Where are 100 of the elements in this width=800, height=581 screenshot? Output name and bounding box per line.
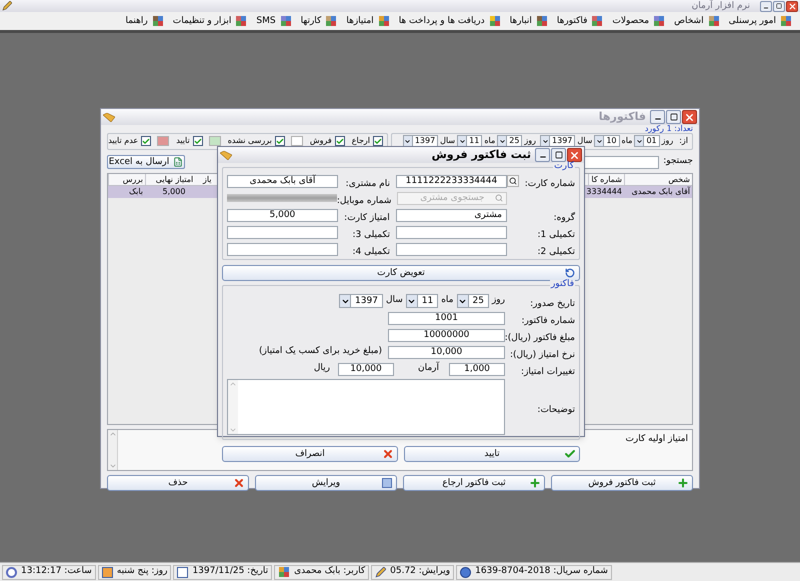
- dropdown[interactable]: 1397: [402, 135, 438, 147]
- dropdown[interactable]: 1397: [540, 135, 576, 147]
- column-header[interactable]: شخص: [624, 174, 692, 185]
- minimize-button[interactable]: [760, 0, 772, 12]
- checkbox[interactable]: [192, 136, 203, 146]
- button[interactable]: انصراف: [222, 446, 398, 462]
- menu-item[interactable]: دریافت ها و پرداخت ها: [398, 16, 485, 26]
- button[interactable]: ثبت فاکتور ارجاع: [403, 475, 545, 491]
- field-label: شماره فاکتور:: [522, 316, 575, 326]
- app-icon: [325, 15, 338, 27]
- input-field[interactable]: [396, 226, 507, 238]
- filter-label: فروش: [310, 137, 332, 145]
- menu-item[interactable]: محصولات: [612, 16, 650, 26]
- dropdown[interactable]: 25: [456, 294, 489, 308]
- dropdown[interactable]: 11: [457, 135, 482, 147]
- column-header[interactable]: یاز: [203, 174, 217, 185]
- maximize-button[interactable]: [551, 148, 566, 162]
- app-icon: [280, 15, 292, 27]
- spreadsheet-icon: [173, 157, 184, 167]
- app-icon: [708, 15, 720, 27]
- app-icon: [488, 15, 501, 27]
- button[interactable]: ویرایش: [255, 475, 397, 491]
- scrollbar[interactable]: [228, 380, 238, 434]
- maximize-icon: [554, 151, 562, 159]
- input-field[interactable]: آقای بابک محمدی: [227, 174, 338, 188]
- field-label: شماره موبایل:: [336, 196, 392, 206]
- minimize-button[interactable]: [535, 148, 550, 162]
- status-text: کاربر: بابک محمدی: [294, 565, 366, 578]
- field-label: تکمیلی 4:: [352, 247, 390, 257]
- column-header[interactable]: بررس: [108, 174, 145, 185]
- checkbox[interactable]: [274, 136, 285, 146]
- scrollbar[interactable]: [108, 430, 118, 470]
- field-label: مبلغ فاکتور (ریال):: [504, 333, 575, 343]
- menu-item[interactable]: کارتها: [300, 16, 322, 26]
- input-field[interactable]: 1,000: [449, 362, 505, 376]
- input-field[interactable]: 10,000: [388, 346, 505, 358]
- checkbox[interactable]: [334, 136, 345, 146]
- search-icon[interactable]: [507, 175, 520, 187]
- field-label: تاریخ صدور:: [530, 299, 575, 309]
- input-field[interactable]: [227, 226, 338, 238]
- input-field[interactable]: [227, 242, 338, 256]
- chevron-down-icon: [404, 138, 412, 144]
- menu-item[interactable]: SMS: [256, 16, 276, 26]
- button[interactable]: ثبت فاکتور فروش: [551, 475, 693, 491]
- menu-item[interactable]: امتیازها: [346, 16, 374, 26]
- maximize-button[interactable]: [666, 110, 681, 124]
- dropdown[interactable]: 01: [634, 135, 660, 147]
- menu-item[interactable]: راهنما: [125, 16, 148, 26]
- undo-arrow-icon: [565, 268, 575, 278]
- chevron-down-icon: [458, 138, 466, 144]
- menu-item[interactable]: امور پرسنلی: [728, 16, 776, 26]
- window-title: فاکتورها: [598, 108, 646, 125]
- status-text: تاریخ: 1397/11/25: [192, 565, 268, 578]
- menu-item[interactable]: ابزار و تنظیمات: [172, 16, 232, 26]
- unit-label: ریال: [314, 362, 330, 376]
- input-field[interactable]: 10000000: [388, 328, 505, 342]
- input-field[interactable]: [396, 242, 507, 256]
- field-label: شماره کارت:: [524, 179, 575, 189]
- column-header[interactable]: امتیاز نهایی: [145, 174, 203, 185]
- dropdown[interactable]: 10: [594, 135, 620, 147]
- button[interactable]: حذف: [107, 475, 249, 491]
- month-label: ماه: [441, 294, 454, 308]
- table-cell: آقای بابک محمدی: [632, 187, 690, 196]
- status-text: روز: پنج شنبه: [116, 565, 168, 578]
- minimize-button[interactable]: [650, 110, 665, 124]
- close-button[interactable]: [567, 148, 582, 162]
- field-label: نام مشتری:: [346, 179, 390, 189]
- menu-item[interactable]: فاکتورها: [556, 16, 588, 26]
- checkbox[interactable]: [373, 136, 383, 146]
- day-label: روز: [524, 135, 536, 147]
- dropdown[interactable]: 25: [497, 135, 522, 147]
- maximize-button[interactable]: [773, 0, 785, 12]
- input-field[interactable]: 5,000: [227, 208, 338, 222]
- description-field[interactable]: [227, 379, 505, 435]
- input-field[interactable]: 10,000: [338, 362, 394, 376]
- year-label: سال: [577, 135, 592, 147]
- input-field[interactable]: 1001: [388, 312, 505, 324]
- pencil-icon: [375, 566, 386, 578]
- date-label: از:: [679, 135, 688, 147]
- close-button[interactable]: [682, 110, 697, 124]
- app-icon: [653, 15, 666, 27]
- group-title: کارت: [553, 162, 575, 171]
- excel-button[interactable]: ارسال به Excel: [107, 155, 185, 169]
- button[interactable]: تایید: [404, 446, 580, 462]
- column-header[interactable]: شماره کا: [588, 174, 624, 185]
- square-icon: [382, 478, 392, 488]
- day-label: روز: [662, 135, 674, 147]
- group-title: فاکتور: [550, 280, 575, 289]
- app-icon: [378, 15, 390, 27]
- month-label: ماه: [622, 135, 632, 147]
- checkbox[interactable]: [141, 136, 152, 146]
- maximize-icon: [670, 113, 678, 121]
- dropdown[interactable]: 11: [406, 294, 438, 308]
- close-button[interactable]: [786, 0, 798, 12]
- input-field[interactable]: 1111222233334444: [396, 174, 507, 188]
- dropdown[interactable]: 1397: [339, 294, 383, 308]
- input-field[interactable]: مشتری: [396, 208, 507, 222]
- field-label: تکمیلی 1:: [537, 230, 575, 240]
- menu-item[interactable]: انبارها: [510, 16, 532, 26]
- menu-item[interactable]: اشخاص: [674, 16, 704, 26]
